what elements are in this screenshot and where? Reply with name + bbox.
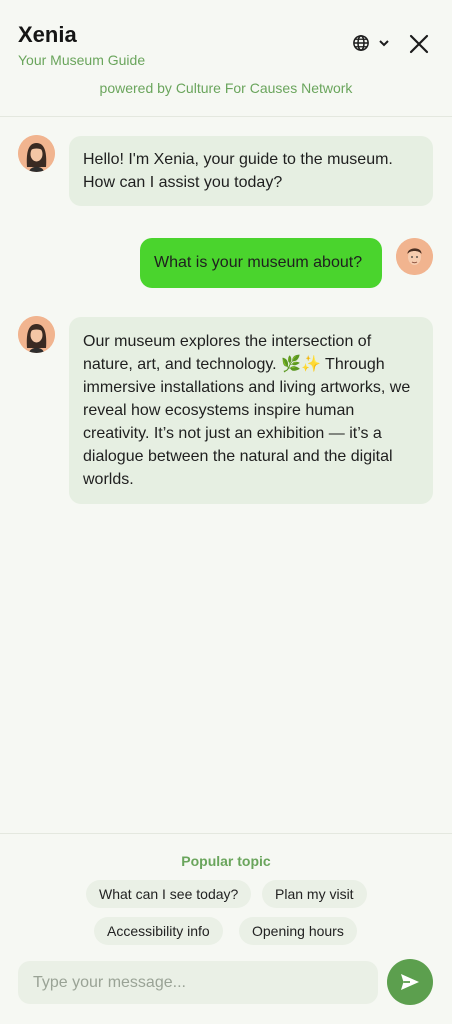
- globe-icon: [353, 35, 369, 51]
- topic-chip-opening-hours[interactable]: Opening hours: [239, 917, 357, 945]
- powered-by-text: powered by Culture For Causes Network: [99, 80, 353, 96]
- guide-avatar: [18, 316, 55, 353]
- topic-chip-accessibility[interactable]: Accessibility info: [94, 917, 223, 945]
- send-icon: [401, 974, 419, 990]
- user-message: What is your museum about?: [140, 238, 382, 288]
- assistant-message: Hello! I'm Xenia, your guide to the muse…: [69, 136, 433, 206]
- send-button[interactable]: [387, 959, 433, 1005]
- message-input[interactable]: [18, 961, 378, 1004]
- popular-topic-title: Popular topic: [181, 853, 271, 869]
- assistant-message: Our museum explores the intersection of …: [69, 317, 433, 504]
- chevron-down-icon: [379, 40, 389, 47]
- user-avatar: [396, 238, 433, 275]
- guide-avatar: [18, 135, 55, 172]
- topic-chip-what-can-i-see[interactable]: What can I see today?: [86, 880, 252, 908]
- topic-chip-plan-visit[interactable]: Plan my visit: [262, 880, 367, 908]
- close-icon[interactable]: [406, 31, 432, 57]
- assistant-name: Xenia: [18, 22, 77, 47]
- chat-header: Xenia Your Museum Guide powered by Cultu…: [0, 0, 452, 117]
- language-selector[interactable]: [352, 34, 390, 52]
- assistant-subtitle: Your Museum Guide: [18, 52, 146, 68]
